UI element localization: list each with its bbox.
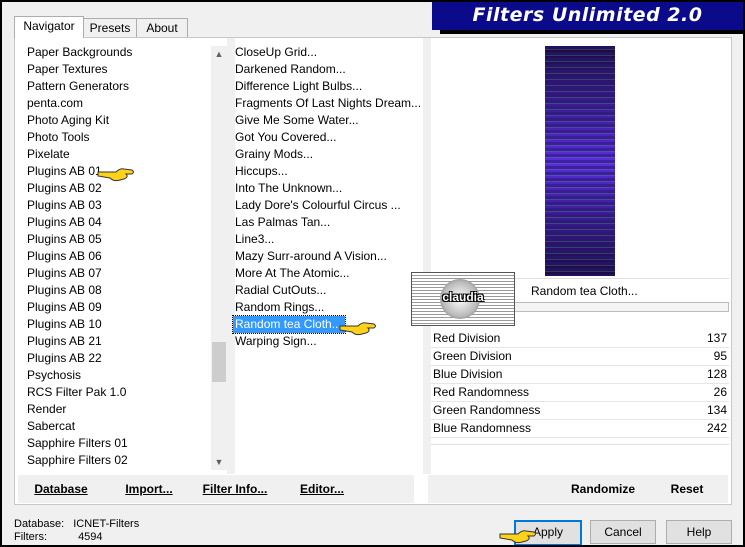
parameter-label: Red Randomness	[433, 385, 530, 399]
scroll-up-arrow-icon[interactable]: ▲	[211, 46, 227, 62]
filter-item[interactable]: Mazy Surr-around A Vision...	[233, 248, 423, 265]
column-divider	[423, 38, 431, 474]
filter-info-button[interactable]: Filter Info...	[198, 475, 272, 503]
category-item[interactable]: Plugins AB 05	[25, 231, 209, 248]
help-button[interactable]: Help	[666, 520, 732, 544]
category-item[interactable]: penta.com	[25, 95, 209, 112]
parameter-value: 242	[706, 421, 727, 435]
import-button[interactable]: Import...	[114, 475, 184, 503]
randomize-button[interactable]: Randomize	[562, 475, 644, 503]
parameter-slider[interactable]: Blue Division 128	[431, 366, 729, 384]
database-status: Database: ICNET-Filters	[14, 518, 139, 530]
cancel-button[interactable]: Cancel	[590, 520, 656, 544]
title-banner-shadow	[440, 30, 743, 34]
filter-preview-image	[545, 46, 615, 276]
category-item[interactable]: Sapphire Filters 02	[25, 452, 209, 469]
database-value: ICNET-Filters	[73, 518, 140, 530]
category-item[interactable]: Render	[25, 401, 209, 418]
filter-item[interactable]: Fragments Of Last Nights Dream...	[233, 95, 423, 112]
selected-filter-name: Random tea Cloth...	[531, 284, 638, 298]
filter-item[interactable]: Give Me Some Water...	[233, 112, 423, 129]
parameter-slider[interactable]: Red Division 137	[431, 330, 729, 348]
parameter-label: Green Randomness	[433, 403, 541, 417]
category-item[interactable]: Sabercat	[25, 418, 209, 435]
slider-track[interactable]	[431, 437, 729, 438]
pointing-hand-icon	[97, 168, 134, 182]
parameter-value: 137	[706, 331, 727, 345]
parameter-slider[interactable]: Red Randomness 26	[431, 384, 729, 402]
filters-label: Filters:	[14, 531, 47, 543]
database-button[interactable]: Database	[26, 475, 96, 503]
filter-item[interactable]: Hiccups...	[233, 163, 423, 180]
category-item[interactable]: Paper Backgrounds	[25, 44, 209, 61]
category-item[interactable]: Plugins AB 04	[25, 214, 209, 231]
category-item[interactable]: Plugins AB 06	[25, 248, 209, 265]
scrollbar-thumb[interactable]	[212, 342, 226, 382]
parameter-label: Blue Randomness	[433, 421, 532, 435]
category-item[interactable]: Pixelate	[25, 146, 209, 163]
category-item[interactable]: Photo Aging Kit	[25, 112, 209, 129]
filter-item[interactable]: Lady Dore's Colourful Circus ...	[233, 197, 423, 214]
category-item[interactable]: Photo Tools	[25, 129, 209, 146]
navigator-panel: Paper Backgrounds Paper Textures Pattern G…	[14, 37, 732, 505]
filter-item[interactable]: Got You Covered...	[233, 129, 423, 146]
parameter-slider[interactable]: Blue Randomness 242	[431, 420, 729, 438]
tab-presets[interactable]: Presets	[82, 18, 138, 37]
category-item[interactable]: Paper Textures	[25, 61, 209, 78]
filters-value: 4594	[78, 531, 103, 543]
reset-button[interactable]: Reset	[662, 475, 712, 503]
category-item[interactable]: Pattern Generators	[25, 78, 209, 95]
category-item[interactable]: RCS Filter Pak 1.0	[25, 384, 209, 401]
slider-area-divider	[431, 444, 729, 445]
filter-item[interactable]: Random Rings...	[233, 299, 423, 316]
filter-item[interactable]: More At The Atomic...	[233, 265, 423, 282]
category-item[interactable]: Plugins AB 07	[25, 265, 209, 282]
parameter-value: 95	[713, 349, 727, 363]
tab-about[interactable]: About	[136, 18, 188, 37]
category-item[interactable]: Plugins AB 10	[25, 316, 209, 333]
category-list[interactable]: Paper Backgrounds Paper Textures Pattern G…	[25, 44, 209, 469]
filters-status: Filters: 4594	[14, 531, 103, 543]
category-item[interactable]: Sapphire Filters 01	[25, 435, 209, 452]
category-item[interactable]: Plugins AB 22	[25, 350, 209, 367]
parameter-value: 26	[713, 385, 727, 399]
parameter-label: Red Division	[433, 331, 501, 345]
database-label: Database:	[14, 518, 65, 530]
filter-item[interactable]: Into The Unknown...	[233, 180, 423, 197]
filter-item[interactable]: Radial CutOuts...	[233, 282, 423, 299]
watermark-logo: claudia	[411, 272, 515, 326]
category-scrollbar[interactable]: ▲ ▼	[211, 46, 227, 470]
parameter-slider[interactable]: Green Division 95	[431, 348, 729, 366]
filter-item[interactable]: Difference Light Bulbs...	[233, 78, 423, 95]
category-item[interactable]: Psychosis	[25, 367, 209, 384]
pointing-hand-icon	[499, 530, 536, 544]
filter-item[interactable]: Grainy Mods...	[233, 146, 423, 163]
pointing-hand-icon	[339, 322, 376, 336]
parameter-value: 134	[706, 403, 727, 417]
category-item[interactable]: Plugins AB 03	[25, 197, 209, 214]
category-item[interactable]: Plugins AB 09	[25, 299, 209, 316]
parameter-slider[interactable]: Green Randomness 134	[431, 402, 729, 420]
watermark-text: claudia	[442, 290, 484, 304]
filter-item[interactable]: Las Palmas Tan...	[233, 214, 423, 231]
parameter-label: Green Division	[433, 349, 512, 363]
tab-navigator[interactable]: Navigator	[14, 16, 84, 38]
filter-item[interactable]: Warping Sign...	[233, 333, 423, 350]
filters-unlimited-window: Filters Unlimited 2.0 Navigator Presets …	[2, 2, 743, 545]
category-item[interactable]: Plugins AB 08	[25, 282, 209, 299]
filter-item[interactable]: CloseUp Grid...	[233, 44, 423, 61]
banner-title: Filters Unlimited 2.0	[472, 4, 703, 26]
editor-button[interactable]: Editor...	[290, 475, 354, 503]
filter-list[interactable]: CloseUp Grid... Darkened Random... Differe…	[232, 44, 423, 350]
parameter-value: 128	[706, 367, 727, 381]
category-item[interactable]: Plugins AB 21	[25, 333, 209, 350]
filter-item[interactable]: Line3...	[233, 231, 423, 248]
filter-item[interactable]: Darkened Random...	[233, 61, 423, 78]
parameter-label: Blue Division	[433, 367, 503, 381]
filter-item[interactable]: Random tea Cloth...	[232, 315, 346, 334]
scroll-down-arrow-icon[interactable]: ▼	[211, 454, 227, 470]
